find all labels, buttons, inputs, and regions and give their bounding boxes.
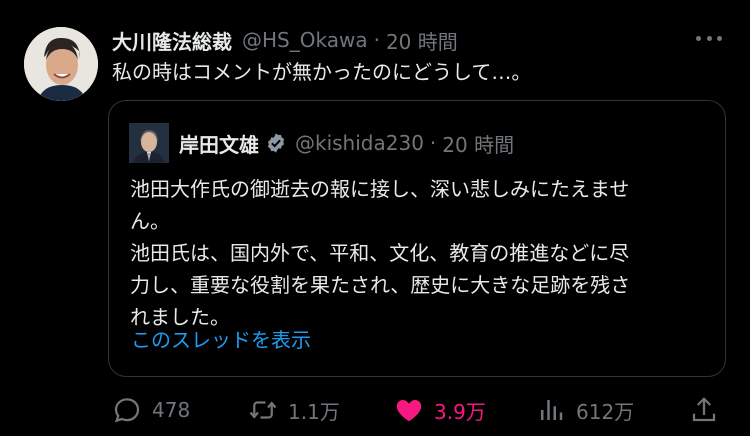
quote-line: 力し、重要な役割を果たされ、歴史に大きな足跡を残さ bbox=[130, 273, 631, 297]
quote-separator-dot: · bbox=[429, 131, 437, 155]
quote-timestamp: 20 時間 bbox=[442, 132, 515, 157]
show-thread-link[interactable]: このスレッドを表示 bbox=[131, 326, 311, 354]
user-handle[interactable]: @HS_Okawa bbox=[242, 28, 368, 52]
share-icon bbox=[692, 397, 716, 422]
retweet-button[interactable]: 1.1万 bbox=[248, 390, 340, 430]
quote-avatar bbox=[129, 123, 169, 163]
reply-icon bbox=[114, 398, 140, 423]
display-name[interactable]: 大川隆法総裁 bbox=[112, 26, 232, 55]
tweet-header: 大川隆法総裁 @HS_Okawa · 20 時間 bbox=[112, 26, 458, 54]
quote-text: 池田大作氏の御逝去の報に接し、深い悲しみにたえませ ん。 池田氏は、国内外で、平… bbox=[130, 173, 720, 333]
retweet-count: 1.1万 bbox=[288, 399, 340, 424]
reply-button[interactable]: 478 bbox=[112, 390, 190, 430]
reply-count: 478 bbox=[152, 398, 191, 422]
quote-line: ん。 bbox=[130, 209, 170, 233]
like-button[interactable]: 3.9万 bbox=[394, 390, 486, 430]
verified-icon bbox=[267, 133, 285, 153]
tweet-text: 私の時はコメントが無かったのにどうして…。 bbox=[112, 60, 532, 84]
like-count: 3.9万 bbox=[434, 399, 486, 424]
timestamp[interactable]: 20 時間 bbox=[386, 26, 458, 55]
views-button[interactable]: 612万 bbox=[536, 390, 634, 430]
retweet-icon bbox=[249, 401, 277, 419]
quoted-tweet[interactable]: 岸田文雄 @kishida230 · 20 時間 池田大作氏の御逝去の報に接し、… bbox=[108, 100, 726, 377]
separator-dot: · bbox=[373, 28, 380, 52]
heart-icon bbox=[396, 400, 422, 422]
avatar[interactable] bbox=[24, 27, 98, 101]
views-count: 612万 bbox=[576, 399, 635, 424]
quote-header: 岸田文雄 @kishida230 · 20 時間 bbox=[179, 127, 514, 159]
quote-line: 池田大作氏の御逝去の報に接し、深い悲しみにたえませ bbox=[130, 177, 630, 201]
more-icon[interactable] bbox=[692, 28, 726, 48]
action-bar: 478 1.1万 3.9万 612万 bbox=[0, 390, 750, 430]
views-icon bbox=[541, 400, 563, 420]
quote-handle: @kishida230 bbox=[295, 131, 424, 155]
quote-display-name: 岸田文雄 bbox=[179, 132, 259, 157]
share-button[interactable] bbox=[689, 390, 719, 430]
quote-line: 池田氏は、国内外で、平和、文化、教育の推進などに尽 bbox=[130, 241, 630, 265]
